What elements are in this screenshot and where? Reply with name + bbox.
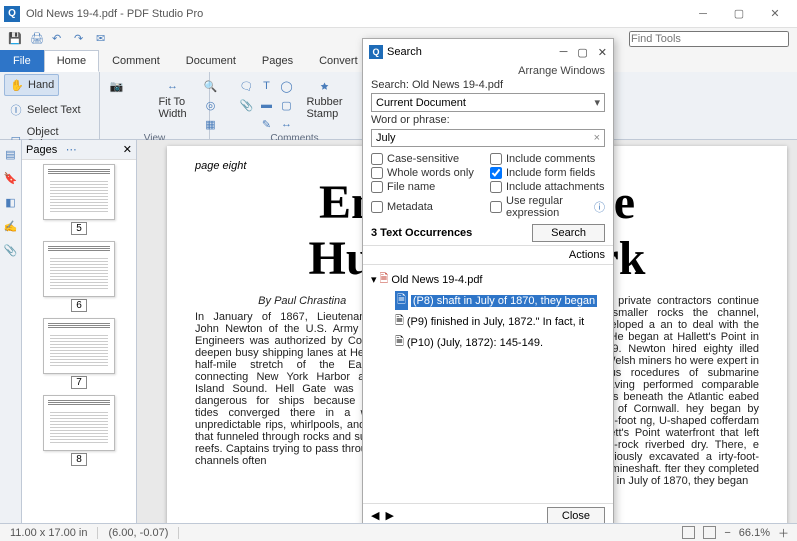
save-icon[interactable]: 💾 [8, 32, 22, 46]
search-button[interactable]: Search [532, 224, 605, 242]
clear-input-icon[interactable]: × [594, 132, 600, 144]
page-thumb[interactable]: 8 [43, 395, 115, 466]
attachments-pane-icon[interactable]: 📎 [3, 242, 19, 258]
app-icon: Q [4, 6, 20, 22]
search-word-input[interactable]: July× [371, 129, 605, 147]
print-icon[interactable]: 🖨 [30, 32, 44, 46]
page-thumb[interactable]: 7 [43, 318, 115, 389]
tab-convert[interactable]: Convert [306, 50, 371, 72]
opt-file-name[interactable]: File name [371, 181, 486, 193]
camera-icon: 📷 [109, 78, 125, 94]
layers-pane-icon[interactable]: ◧ [3, 194, 19, 210]
search-scope-select[interactable]: Current Document▾ [371, 93, 605, 112]
search-close-button[interactable]: ✕ [598, 46, 607, 59]
page-icon: 🗎 [395, 312, 404, 331]
pages-panel-title: Pages [26, 144, 57, 156]
collapse-icon: ▾ [371, 273, 377, 286]
word-label: Word or phrase: [363, 112, 613, 128]
opt-include-comments[interactable]: Include comments [490, 153, 605, 165]
arrange-windows-link[interactable]: Arrange Windows [363, 65, 613, 77]
opt-metadata[interactable]: Metadata [371, 195, 486, 219]
text-annot-icon[interactable]: T [259, 78, 275, 94]
chevron-down-icon: ▾ [594, 96, 600, 109]
status-coords: (6.00, -0.07) [98, 527, 179, 539]
redo-icon[interactable]: ↷ [74, 32, 88, 46]
snapshot-tool[interactable]: 📷 [91, 74, 143, 94]
tab-pages[interactable]: Pages [249, 50, 306, 72]
search-minimize-button[interactable]: ─ [560, 46, 568, 59]
signatures-pane-icon[interactable]: ✍ [3, 218, 19, 234]
rubber-stamp-button[interactable]: 🟊Rubber Stamp [299, 74, 351, 120]
search-app-icon: Q [369, 45, 383, 59]
zoom-level: 66.1% [739, 527, 770, 539]
tab-file[interactable]: File [0, 50, 44, 72]
hand-tool[interactable]: ✋Hand [4, 74, 59, 96]
note-icon[interactable]: 🗨 [239, 78, 255, 94]
pencil-icon[interactable]: ✎ [259, 116, 275, 132]
zoom-out-button[interactable]: − [724, 527, 730, 539]
tab-document[interactable]: Document [173, 50, 249, 72]
search-hit[interactable]: 🗎(P10) (July, 1872): 145-149. [395, 332, 605, 353]
result-root[interactable]: ▾🗎Old News 19-4.pdf [371, 269, 605, 290]
fit-width-icon: ↔ [165, 78, 181, 94]
help-icon[interactable]: ⓘ [594, 199, 605, 215]
measure-icon[interactable]: ↔ [279, 116, 295, 132]
fit-width-button[interactable]: ↔Fit To Width [147, 74, 199, 120]
bookmarks-pane-icon[interactable]: 🔖 [3, 170, 19, 186]
tab-comment[interactable]: Comment [99, 50, 173, 72]
undo-icon[interactable]: ↶ [52, 32, 66, 46]
opt-include-forms[interactable]: Include form fields [490, 167, 605, 179]
search-dialog: Q Search ─ ▢ ✕ Arrange Windows Search: O… [362, 38, 614, 528]
view-continuous-icon[interactable] [703, 526, 716, 539]
actions-menu[interactable]: Actions [363, 246, 613, 265]
opt-regex[interactable]: Use regular expression ⓘ [490, 195, 605, 219]
opt-whole-words[interactable]: Whole words only [371, 167, 486, 179]
search-maximize-button[interactable]: ▢ [577, 46, 587, 59]
pdf-icon: 🗎 [380, 270, 389, 289]
search-title: Search [387, 46, 422, 58]
opt-case-sensitive[interactable]: Case-sensitive [371, 153, 486, 165]
pages-pane-icon[interactable]: ▤ [3, 146, 19, 162]
prev-hit-icon[interactable]: ◀ [371, 509, 379, 522]
search-hit[interactable]: 🗎(P9) finished in July, 1872." In fact, … [395, 311, 605, 332]
text-cursor-icon: Ⓘ [8, 102, 24, 118]
search-close-bottom[interactable]: Close [547, 507, 605, 525]
search-hit[interactable]: 🗎(P8) shaft in July of 1870, they began [395, 290, 605, 311]
occurrence-count: 3 Text Occurrences [371, 227, 472, 239]
find-tools-input[interactable] [629, 31, 789, 47]
pages-options-icon[interactable]: ⋯ [63, 142, 79, 158]
search-file-label: Search: Old News 19-4.pdf [363, 77, 613, 93]
window-title: Old News 19-4.pdf - PDF Studio Pro [26, 8, 203, 20]
shape-icon[interactable]: ◯ [279, 78, 295, 94]
stamp-icon: 🟊 [317, 78, 333, 94]
highlight-icon[interactable]: ▬ [259, 97, 275, 113]
minimize-button[interactable]: ─ [685, 0, 721, 28]
attach-icon[interactable]: 📎 [239, 97, 255, 113]
page-thumb[interactable]: 6 [43, 241, 115, 312]
select-text-tool[interactable]: ⒾSelect Text [4, 100, 85, 120]
status-dimensions: 11.00 x 17.00 in [0, 527, 98, 539]
page-thumb[interactable]: 5 [43, 164, 115, 235]
area-icon[interactable]: ▢ [279, 97, 295, 113]
maximize-button[interactable]: ▢ [721, 0, 757, 28]
pages-close-icon[interactable]: ✕ [123, 143, 132, 156]
hand-icon: ✋ [9, 77, 25, 93]
tab-home[interactable]: Home [44, 50, 99, 72]
page-icon: 🗎 [395, 333, 404, 352]
view-single-icon[interactable] [682, 526, 695, 539]
mail-icon[interactable]: ✉ [96, 32, 110, 46]
page-icon: 🗎 [395, 291, 408, 310]
zoom-in-button[interactable]: ＋ [778, 525, 789, 541]
next-hit-icon[interactable]: ▶ [385, 509, 393, 522]
opt-include-attachments[interactable]: Include attachments [490, 181, 605, 193]
close-button[interactable]: ✕ [757, 0, 793, 28]
